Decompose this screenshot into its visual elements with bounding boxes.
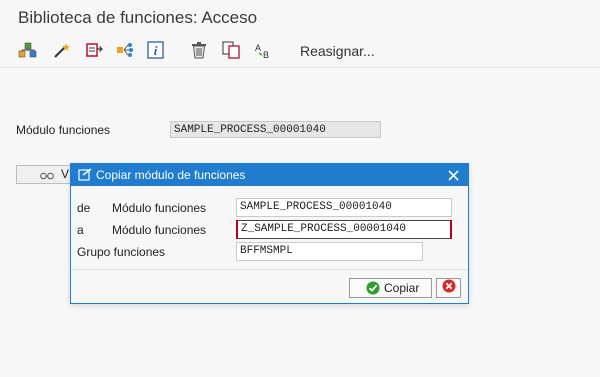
from-label: Módulo funciones [112,201,207,215]
dialog-header: Copiar módulo de funciones [71,164,468,186]
to-field[interactable]: Z_SAMPLE_PROCESS_00001040 [236,220,452,239]
copy-dialog: Copiar módulo de funciones de Módulo fun… [70,163,469,304]
cancel-button[interactable] [436,278,461,298]
display-button-label: V [61,167,70,181]
to-prefix: a [77,223,84,237]
dialog-title: Copiar módulo de funciones [96,168,246,182]
group-label: Grupo funciones [77,245,166,259]
copy-icon[interactable] [220,40,242,60]
svg-text:B: B [263,50,269,59]
copy-button[interactable]: Copiar [349,278,432,298]
copy-button-label: Copiar [384,281,420,295]
from-prefix: de [77,201,91,215]
checkmark-icon [366,281,380,300]
module-label: Módulo funciones [16,123,111,137]
svg-text:i: i [154,43,158,58]
hierarchy-icon[interactable] [17,40,39,60]
dialog-copy-icon [78,168,92,186]
dialog-separator [71,269,468,270]
cancel-icon [442,279,456,298]
glasses-icon [40,169,54,186]
group-field[interactable]: BFFMSMPL [236,242,423,261]
window-title: Biblioteca de funciones: Acceso [18,8,258,27]
magic-wand-icon[interactable] [51,40,73,60]
module-field[interactable]: SAMPLE_PROCESS_00001040 [170,121,381,138]
where-used-icon[interactable] [114,40,136,60]
trash-icon[interactable] [188,40,210,60]
display-change-icon[interactable] [83,40,105,60]
to-label: Módulo funciones [112,223,207,237]
reassign-button[interactable]: Reasignar... [300,43,375,59]
rename-icon[interactable]: A B [252,40,274,60]
toolbar: i A B Reasignar... [0,34,600,68]
display-button[interactable]: V [16,165,76,184]
info-icon[interactable]: i [145,40,167,60]
title-bar: Biblioteca de funciones: Acceso [0,0,600,34]
from-field[interactable]: SAMPLE_PROCESS_00001040 [236,198,452,217]
close-icon[interactable] [444,166,462,184]
svg-text:A: A [255,43,261,53]
